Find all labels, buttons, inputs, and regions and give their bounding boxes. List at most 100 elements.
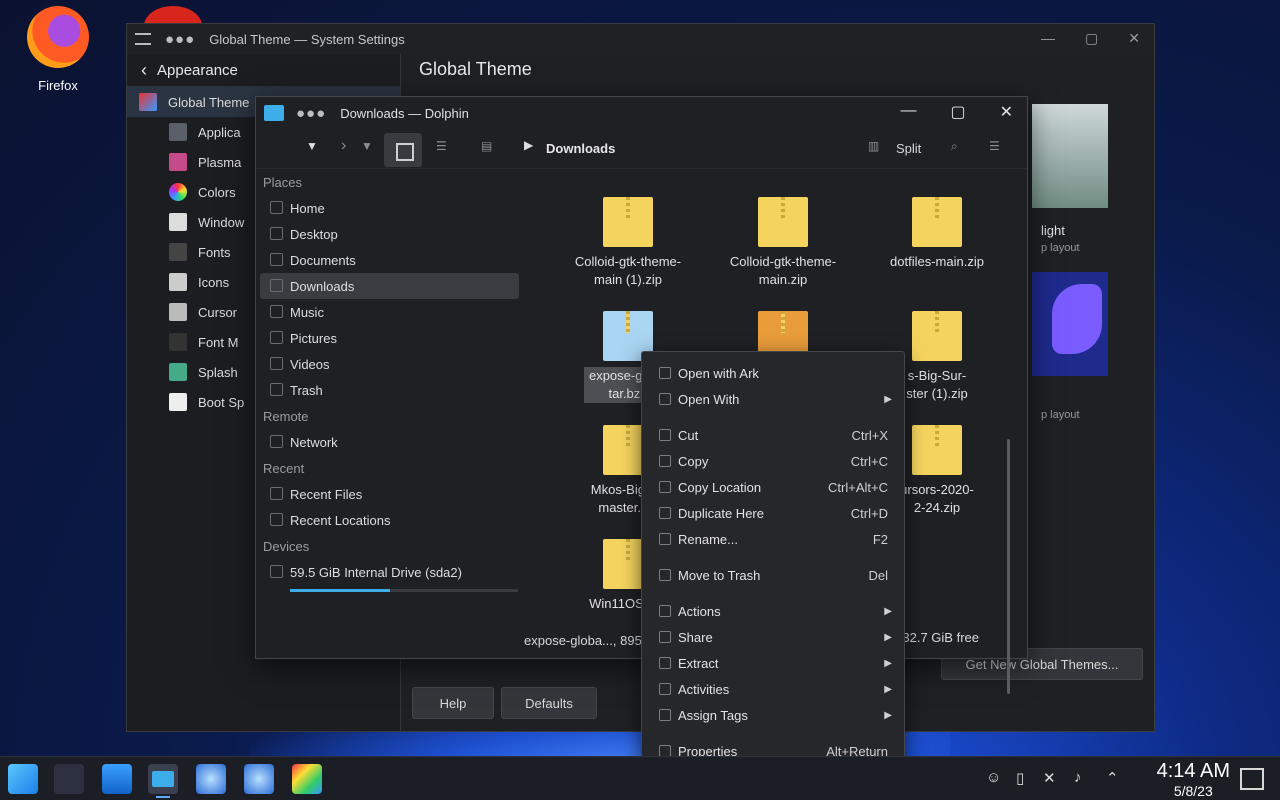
places-item-recent-locations[interactable]: Recent Locations [256, 507, 526, 533]
menu-dots-icon[interactable]: ●●● [296, 105, 326, 122]
split-button[interactable]: Split [896, 141, 921, 156]
places-item-downloads[interactable]: Downloads [260, 273, 519, 299]
clock[interactable]: 4:14 AM 5/8/23 [1157, 760, 1230, 799]
places-item-home[interactable]: Home [256, 195, 526, 221]
places-item-label: Downloads [290, 278, 355, 294]
user-icon[interactable]: ☺ [986, 769, 1001, 786]
trash-icon [659, 569, 671, 581]
cursors-icon [169, 303, 187, 321]
menu-dots-icon[interactable]: ●●● [165, 31, 195, 48]
trash-icon [270, 383, 283, 396]
menu-item-actions[interactable]: Actions ▶ [642, 598, 904, 624]
folder-icon [152, 771, 174, 787]
submenu-arrow-icon: ▶ [884, 631, 892, 643]
maximize-icon[interactable]: ▢ [1085, 30, 1098, 47]
close-icon[interactable]: ✕ [1128, 30, 1140, 47]
file-label-line1: Colloid-gtk-theme- [729, 254, 837, 269]
menu-item-shortcut: Del [868, 567, 888, 583]
file-label-line1: dotfiles-main.zip [890, 254, 984, 269]
hamburger-menu-icon[interactable]: ☰ [989, 139, 1000, 153]
menu-item-copy[interactable]: Copy Ctrl+C [642, 448, 904, 474]
activities-icon [659, 683, 671, 695]
app-icon-1[interactable] [196, 764, 226, 794]
menu-item-duplicate-here[interactable]: Duplicate Here Ctrl+D [642, 500, 904, 526]
help-button[interactable]: Help [412, 687, 494, 719]
sidebar-item-label: Global Theme [168, 94, 250, 110]
theme-preview-light[interactable] [1032, 104, 1108, 208]
split-icon[interactable]: ▥ [868, 139, 879, 153]
file-label-line1: Colloid-gtk-theme- [574, 254, 682, 269]
close-icon[interactable]: ✕ [1000, 102, 1013, 122]
scrollbar[interactable] [1007, 439, 1010, 694]
menu-item-open-with[interactable]: Open With ▶ [642, 386, 904, 412]
forward-icon[interactable]: › [341, 137, 346, 155]
maximize-icon[interactable]: ▢ [950, 102, 965, 122]
menu-item-assign-tags[interactable]: Assign Tags ▶ [642, 702, 904, 728]
search-icon[interactable]: ⌕ [951, 139, 958, 154]
dolphin-taskbar-icon[interactable] [148, 764, 178, 798]
places-item-desktop[interactable]: Desktop [256, 221, 526, 247]
colors-icon [169, 183, 187, 201]
places-item-music[interactable]: Music [256, 299, 526, 325]
menu-item-label: Share [678, 629, 713, 645]
menu-item-activities[interactable]: Activities ▶ [642, 676, 904, 702]
places-item-network[interactable]: Network [256, 429, 526, 455]
file-label-line2: main.zip [758, 272, 808, 287]
show-desktop-button[interactable] [1240, 768, 1264, 790]
kvantum-icon[interactable] [292, 764, 322, 794]
menu-item-copy-location[interactable]: Copy Location Ctrl+Alt+C [642, 474, 904, 500]
back-dropdown-icon[interactable]: ▼ [306, 139, 318, 153]
menu-item-shortcut: Ctrl+Alt+C [828, 479, 888, 495]
file-item[interactable]: Colloid-gtk-theme-main.zip [708, 197, 858, 289]
archive-icon [758, 197, 808, 247]
forward-dropdown-icon[interactable]: ▼ [361, 139, 373, 153]
menu-item-move-to-trash[interactable]: Move to Trash Del [642, 562, 904, 588]
clipboard-icon[interactable]: ▯ [1016, 769, 1024, 787]
remote-header: Remote [263, 408, 309, 424]
system-settings-taskbar-icon[interactable] [54, 764, 84, 794]
places-item-trash[interactable]: Trash [256, 377, 526, 403]
sidebar-header[interactable]: ‹ Appearance [127, 54, 400, 87]
drive-usage-bar [290, 589, 518, 592]
desktop-icon-firefox[interactable]: Firefox [18, 6, 98, 93]
places-item-internal-drive[interactable]: 59.5 GiB Internal Drive (sda2) [256, 559, 526, 585]
app-icon-2[interactable] [244, 764, 274, 794]
volume-icon[interactable]: ♪ [1074, 769, 1082, 786]
icons-view-button[interactable] [384, 133, 422, 167]
folder-icon [264, 105, 284, 121]
compact-view-icon[interactable]: ☰ [436, 139, 447, 153]
store-icon[interactable] [102, 764, 132, 794]
places-item-recent-files[interactable]: Recent Files [256, 481, 526, 507]
breadcrumb-arrow-icon[interactable]: ▶ [524, 138, 533, 152]
mute-icon[interactable]: ✕ [1043, 769, 1056, 787]
breadcrumb[interactable]: Downloads [546, 141, 615, 156]
tag-icon [659, 709, 671, 721]
minimize-icon[interactable]: — [1041, 30, 1055, 47]
global-theme-icon [139, 93, 157, 111]
file-item[interactable]: Colloid-gtk-theme-main (1).zip [553, 197, 703, 289]
details-view-icon[interactable]: ▤ [481, 139, 492, 153]
dolphin-toolbar: ▼ › ▼ ☰ ▤ ▶ Downloads ▥ Split ⌕ ☰ [256, 129, 1027, 169]
places-item-documents[interactable]: Documents [256, 247, 526, 273]
status-text: expose-globa..., 895 [524, 633, 642, 648]
theme-preview-dark[interactable] [1032, 272, 1108, 376]
back-icon[interactable]: ‹ [141, 60, 147, 81]
places-item-videos[interactable]: Videos [256, 351, 526, 377]
menu-item-share[interactable]: Share ▶ [642, 624, 904, 650]
menu-item-shortcut: Ctrl+X [851, 427, 888, 443]
menu-item-rename[interactable]: Rename... F2 [642, 526, 904, 552]
menu-item-extract[interactable]: Extract ▶ [642, 650, 904, 676]
places-item-pictures[interactable]: Pictures [256, 325, 526, 351]
places-item-label: Home [290, 200, 325, 216]
minimize-icon[interactable]: — [900, 102, 916, 122]
chevron-up-icon[interactable]: ⌃ [1106, 769, 1119, 787]
menu-item-open-with-ark[interactable]: Open with Ark [642, 360, 904, 386]
recent-locations-icon [270, 513, 283, 526]
duplicate-icon [659, 507, 671, 519]
start-menu-icon[interactable] [8, 764, 38, 794]
file-item[interactable]: dotfiles-main.zip [862, 197, 1012, 271]
menu-item-cut[interactable]: Cut Ctrl+X [642, 422, 904, 448]
defaults-button[interactable]: Defaults [501, 687, 597, 719]
settings-titlebar[interactable]: ●●● Global Theme — System Settings [127, 24, 1154, 54]
cut-icon [659, 429, 671, 441]
